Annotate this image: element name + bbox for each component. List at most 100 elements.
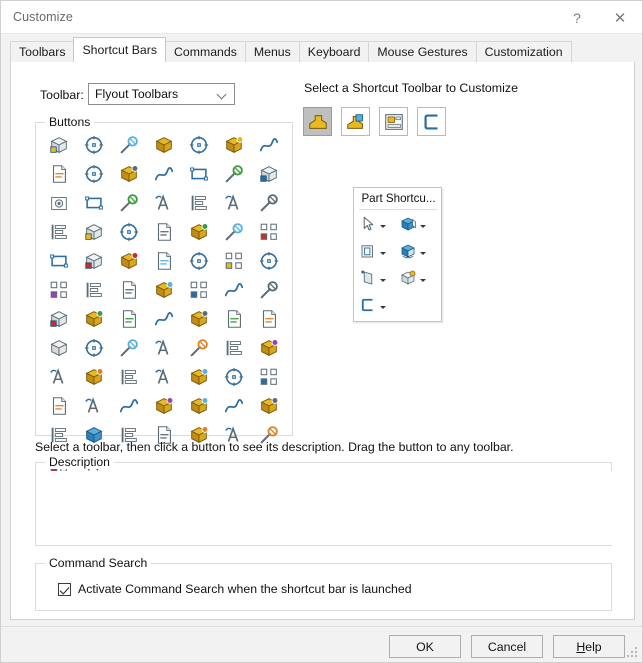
copy-document-icon[interactable] — [220, 218, 248, 246]
tab-keyboard[interactable]: Keyboard — [298, 41, 370, 62]
tab-shortcut-bars[interactable]: Shortcut Bars — [73, 37, 166, 62]
color-bar-icon[interactable] — [220, 160, 248, 188]
trim-entities-icon[interactable] — [80, 334, 108, 362]
slot-sketch-icon[interactable] — [80, 305, 108, 333]
photoview-icon[interactable] — [185, 189, 213, 217]
print-icon[interactable] — [150, 276, 178, 304]
offset-entities-icon[interactable] — [115, 334, 143, 362]
linear-pattern-icon[interactable] — [150, 334, 178, 362]
text-rows-icon[interactable] — [115, 392, 143, 420]
chevron-down-icon[interactable] — [420, 225, 426, 228]
description-textbox[interactable] — [37, 471, 612, 545]
part-block-icon[interactable] — [150, 131, 178, 159]
activate-command-search-checkbox[interactable] — [58, 582, 71, 596]
tab-commands[interactable]: Commands — [164, 41, 246, 62]
new-document-icon[interactable] — [45, 276, 73, 304]
tab-menus[interactable]: Menus — [244, 41, 300, 62]
select-arrow-icon[interactable] — [359, 215, 377, 238]
draft-feature-icon[interactable] — [150, 363, 178, 391]
rectangle-sketch-icon[interactable] — [45, 305, 73, 333]
extrude-cut-icon[interactable] — [359, 242, 377, 265]
replace-component-icon[interactable] — [80, 392, 108, 420]
close-icon[interactable]: ✕ — [598, 1, 642, 34]
pack-and-go-icon[interactable] — [255, 247, 283, 275]
display-monitor-icon[interactable] — [150, 392, 178, 420]
curve-wave-icon[interactable] — [185, 218, 213, 246]
assembly-features-icon[interactable] — [45, 131, 73, 159]
ellipse-sketch-icon[interactable] — [185, 305, 213, 333]
font-style-icon[interactable] — [150, 160, 178, 188]
document-play-icon[interactable] — [255, 160, 283, 188]
area-note-icon[interactable] — [185, 131, 213, 159]
revolve-boss-icon[interactable] — [80, 363, 108, 391]
save-as-icon[interactable] — [255, 218, 283, 246]
reference-geometry-icon[interactable] — [359, 269, 377, 292]
tab-mouse-gestures[interactable]: Mouse Gestures — [368, 41, 477, 62]
extrude-boss-icon[interactable] — [255, 334, 283, 362]
chevron-down-icon[interactable] — [420, 252, 426, 255]
globe-web-icon[interactable] — [220, 247, 248, 275]
layout-sketch-icon[interactable] — [45, 160, 73, 188]
move-entities-icon[interactable] — [220, 334, 248, 362]
help-question-icon[interactable]: ? — [555, 1, 599, 34]
resize-grip[interactable] — [627, 647, 639, 659]
extrude-cut-icon[interactable] — [45, 363, 73, 391]
toolbox-icon[interactable] — [150, 247, 178, 275]
save-disk-icon[interactable] — [115, 276, 143, 304]
corner-rectangle-icon[interactable] — [220, 276, 248, 304]
open-folder-icon[interactable] — [80, 276, 108, 304]
tab-customization[interactable]: Customization — [475, 41, 572, 62]
configurations-icon[interactable] — [115, 160, 143, 188]
render-box-icon[interactable] — [45, 189, 73, 217]
mirror-part-icon[interactable] — [115, 189, 143, 217]
chevron-down-icon[interactable] — [380, 306, 386, 309]
cancel-button[interactable]: Cancel — [471, 635, 543, 658]
corner-sketch-icon[interactable] — [80, 218, 108, 246]
draft-analysis-icon[interactable] — [185, 160, 213, 188]
sketch-pencil-icon[interactable] — [115, 218, 143, 246]
window-split-icon[interactable] — [255, 189, 283, 217]
filter-icon[interactable] — [220, 189, 248, 217]
spline-icon[interactable] — [220, 305, 248, 333]
pattern-feature-icon[interactable] — [115, 363, 143, 391]
measure-tool-icon[interactable] — [185, 392, 213, 420]
smart-components-icon[interactable] — [80, 160, 108, 188]
chevron-down-icon[interactable] — [380, 252, 386, 255]
boundary-surface-icon[interactable] — [45, 247, 73, 275]
align-list-icon[interactable] — [80, 131, 108, 159]
3d-cube-red-icon[interactable] — [150, 218, 178, 246]
corner-sketch-icon[interactable] — [359, 296, 377, 319]
ok-button[interactable]: OK — [389, 635, 461, 658]
insert-component-icon[interactable] — [185, 363, 213, 391]
revolve-boss-icon[interactable] — [399, 242, 417, 265]
balloon-callout-icon[interactable] — [80, 247, 108, 275]
part-shortcut-icon[interactable] — [303, 107, 332, 136]
help-button[interactable]: Help — [553, 635, 625, 658]
edit-part-icon[interactable] — [255, 363, 283, 391]
annotation-text-icon[interactable] — [115, 131, 143, 159]
activate-command-search-row[interactable]: Activate Command Search when the shortcu… — [58, 582, 412, 596]
perpendicular-relation-icon[interactable] — [185, 334, 213, 362]
smart-fasteners-icon[interactable] — [255, 392, 283, 420]
chevron-down-icon[interactable] — [380, 225, 386, 228]
tab-toolbars[interactable]: Toolbars — [10, 41, 75, 62]
toolbar-dropdown[interactable]: Flyout Toolbars — [88, 83, 235, 105]
circular-pattern-icon[interactable] — [80, 189, 108, 217]
chevron-down-icon[interactable] — [420, 279, 426, 282]
fillet-feature-icon[interactable] — [399, 269, 417, 292]
line-sketch-icon[interactable] — [255, 276, 283, 304]
mirror-component-icon[interactable] — [45, 392, 73, 420]
options-gear-icon[interactable] — [185, 276, 213, 304]
extrude-boss-icon[interactable] — [399, 215, 417, 238]
appearance-sphere-icon[interactable] — [150, 189, 178, 217]
spline-curve-icon[interactable] — [220, 131, 248, 159]
fillet-sketch-icon[interactable] — [255, 305, 283, 333]
component-pattern-icon[interactable] — [220, 363, 248, 391]
chevron-down-icon[interactable] — [380, 279, 386, 282]
arc-sketch-icon[interactable] — [150, 305, 178, 333]
exploded-view-icon[interactable] — [45, 218, 73, 246]
circle-sketch-icon[interactable] — [115, 305, 143, 333]
assembly-shortcut-icon[interactable] — [341, 107, 370, 136]
fasteners-icon[interactable] — [220, 392, 248, 420]
drawing-shortcut-icon[interactable] — [379, 107, 408, 136]
